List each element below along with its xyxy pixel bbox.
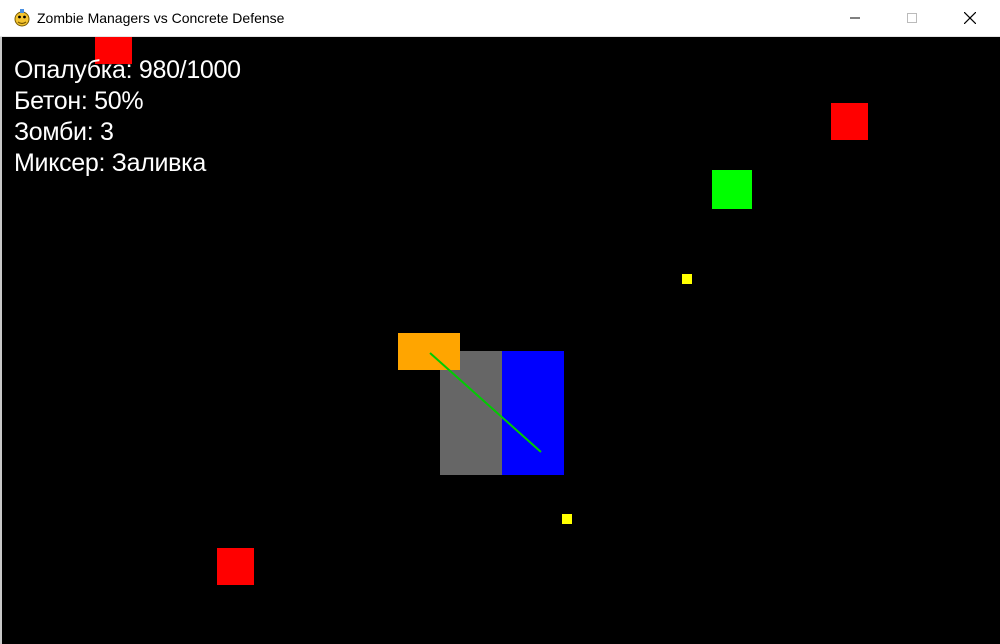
hud-panel: Опалубка: 980/1000 Бетон: 50% Зомби: 3 М… [14,55,241,179]
formwork-status: Опалубка: 980/1000 [14,56,241,84]
mixer-status: Миксер: Заливка [14,149,206,177]
zombie-count: Зомби: 3 [14,118,114,146]
concrete-status: Бетон: 50% [14,87,144,115]
